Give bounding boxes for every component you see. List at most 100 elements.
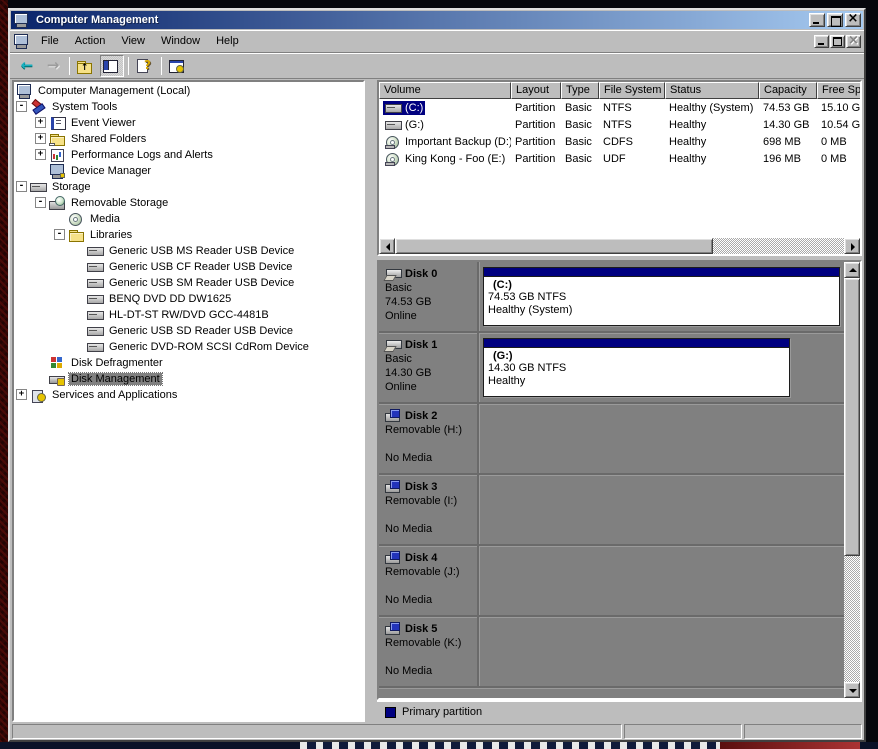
disk-row[interactable]: Disk 2Removable (H:) No Media [379, 404, 844, 475]
disk-info: Disk 2Removable (H:) No Media [379, 404, 479, 473]
tree-item[interactable]: + Event Viewer [14, 114, 363, 130]
maximize-button[interactable] [827, 13, 843, 27]
menu-help[interactable]: Help [208, 33, 247, 49]
volume-horizontal-scrollbar[interactable] [379, 238, 860, 254]
horizontal-scroll-thumb[interactable] [395, 238, 713, 254]
scroll-left-arrow-icon[interactable] [379, 238, 395, 254]
pane-splitter[interactable] [365, 80, 377, 722]
column-header-capacity[interactable]: Capacity [759, 82, 817, 99]
disk-info-line: Basic [385, 352, 475, 366]
title-bar[interactable]: Computer Management [11, 11, 863, 29]
menu-view[interactable]: View [113, 33, 153, 49]
collapse-minus-icon[interactable]: - [16, 101, 27, 112]
mdi-minimize-button[interactable] [814, 35, 829, 48]
volume-row[interactable]: King Kong - Foo (E:)PartitionBasicUDFHea… [379, 150, 860, 167]
tree-item[interactable]: Device Manager [14, 162, 363, 178]
tree-item[interactable]: -Storage [14, 178, 363, 194]
back-button[interactable]: ← [15, 55, 39, 77]
disk-partition-area[interactable] [479, 546, 844, 615]
disk-row[interactable]: Disk 0Basic74.53 GBOnline(C:)74.53 GB NT… [379, 262, 844, 333]
disk-info-line: Removable (I:) [385, 494, 475, 508]
tree-item[interactable]: Generic USB MS Reader USB Device [14, 242, 363, 258]
expand-plus-icon[interactable]: + [16, 389, 27, 400]
disk-partition-area[interactable]: (C:)74.53 GB NTFSHealthy (System) [479, 262, 844, 331]
column-header-status[interactable]: Status [665, 82, 759, 99]
vertical-scroll-thumb[interactable] [844, 278, 860, 556]
column-header-free-space[interactable]: Free Space [817, 82, 862, 99]
desktop-background-bottom [0, 742, 878, 749]
tree-item[interactable]: Computer Management (Local) [14, 82, 363, 98]
tree-item[interactable]: +Services and Applications [14, 386, 363, 402]
tree-item[interactable]: -Removable Storage [14, 194, 363, 210]
tree-item[interactable]: +Shared Folders [14, 130, 363, 146]
partition-box[interactable]: (C:)74.53 GB NTFSHealthy (System) [483, 267, 840, 326]
computer-icon [16, 84, 32, 98]
column-header-volume[interactable]: Volume [379, 82, 511, 99]
tree-item-label: Event Viewer [69, 117, 138, 129]
tree-item[interactable]: Generic USB CF Reader USB Device [14, 258, 363, 274]
collapse-minus-icon[interactable]: - [35, 197, 46, 208]
tree-item[interactable]: BENQ DVD DD DW1625 [14, 290, 363, 306]
tools-icon [30, 100, 46, 114]
partition-box[interactable]: (G:)14.30 GB NTFSHealthy [483, 338, 790, 397]
collapse-minus-icon[interactable]: - [16, 181, 27, 192]
menu-file[interactable]: File [33, 33, 67, 49]
tree-item[interactable]: +Performance Logs and Alerts [14, 146, 363, 162]
volume-row[interactable]: (G:)PartitionBasicNTFSHealthy14.30 GB10.… [379, 116, 860, 133]
partition-label: (G:) [484, 348, 789, 362]
menu-window[interactable]: Window [153, 33, 208, 49]
mdi-system-icon[interactable] [13, 34, 29, 48]
tree-item[interactable]: - Libraries [14, 226, 363, 242]
tree-item-label: HL-DT-ST RW/DVD GCC-4481B [107, 309, 271, 321]
expand-plus-icon[interactable]: + [35, 117, 46, 128]
tree-item[interactable]: HL-DT-ST RW/DVD GCC-4481B [14, 306, 363, 322]
status-panel-right [744, 724, 862, 739]
volume-free-space: 0 MB [817, 150, 862, 167]
volume-name-cell: (C:) [379, 99, 511, 116]
minimize-button[interactable] [809, 13, 825, 27]
forward-button[interactable]: → [41, 55, 65, 77]
expand-plus-icon[interactable]: + [35, 133, 46, 144]
tree-item[interactable]: Generic USB SD Reader USB Device [14, 322, 363, 338]
disk-partition-area[interactable] [479, 404, 844, 473]
disk-vertical-scrollbar[interactable] [844, 262, 860, 698]
tree-item-label: Computer Management (Local) [36, 85, 192, 97]
tree-item[interactable]: Generic DVD-ROM SCSI CdRom Device [14, 338, 363, 354]
disk-partition-area[interactable]: (G:)14.30 GB NTFSHealthy [479, 333, 844, 402]
new-console-window-button[interactable] [166, 55, 190, 77]
tree-item[interactable]: -System Tools [14, 98, 363, 114]
tree-item[interactable]: Disk Management [14, 370, 363, 386]
scroll-down-arrow-icon[interactable] [844, 682, 860, 698]
disk-row[interactable]: Disk 3Removable (I:) No Media [379, 475, 844, 546]
volume-row[interactable]: (C:)PartitionBasicNTFSHealthy (System)74… [379, 99, 860, 116]
disk-partition-area[interactable] [479, 475, 844, 544]
column-header-layout[interactable]: Layout [511, 82, 561, 99]
close-button[interactable] [845, 13, 861, 27]
column-header-file-system[interactable]: File System [599, 82, 665, 99]
menu-action[interactable]: Action [67, 33, 114, 49]
column-header-type[interactable]: Type [561, 82, 599, 99]
tree-item[interactable]: Media [14, 210, 363, 226]
disk-row[interactable]: Disk 1Basic14.30 GBOnline(G:)14.30 GB NT… [379, 333, 844, 404]
event-viewer-icon [49, 116, 65, 130]
disk-row[interactable]: Disk 5Removable (K:) No Media [379, 617, 844, 688]
horizontal-scroll-track[interactable] [713, 238, 844, 254]
show-hide-console-tree-button[interactable] [100, 55, 124, 77]
scroll-right-arrow-icon[interactable] [844, 238, 860, 254]
mdi-restore-button[interactable] [830, 35, 845, 48]
disk-partition-area[interactable] [479, 617, 844, 686]
disk-row[interactable]: Disk 4Removable (J:) No Media [379, 546, 844, 617]
up-one-level-button[interactable] [74, 55, 98, 77]
defrag-icon [49, 356, 65, 370]
collapse-minus-icon[interactable]: - [54, 229, 65, 240]
help-button[interactable] [133, 55, 157, 77]
tree-item[interactable]: Disk Defragmenter [14, 354, 363, 370]
tree-item[interactable]: Generic USB SM Reader USB Device [14, 274, 363, 290]
primary-partition-label: Primary partition [402, 706, 482, 718]
scroll-up-arrow-icon[interactable] [844, 262, 860, 278]
tree-item-label: Libraries [88, 229, 134, 241]
expand-plus-icon[interactable]: + [35, 149, 46, 160]
disk-title: Disk 0 [385, 267, 475, 281]
vertical-scroll-track[interactable] [844, 556, 860, 682]
volume-row[interactable]: Important Backup (D:)PartitionBasicCDFSH… [379, 133, 860, 150]
